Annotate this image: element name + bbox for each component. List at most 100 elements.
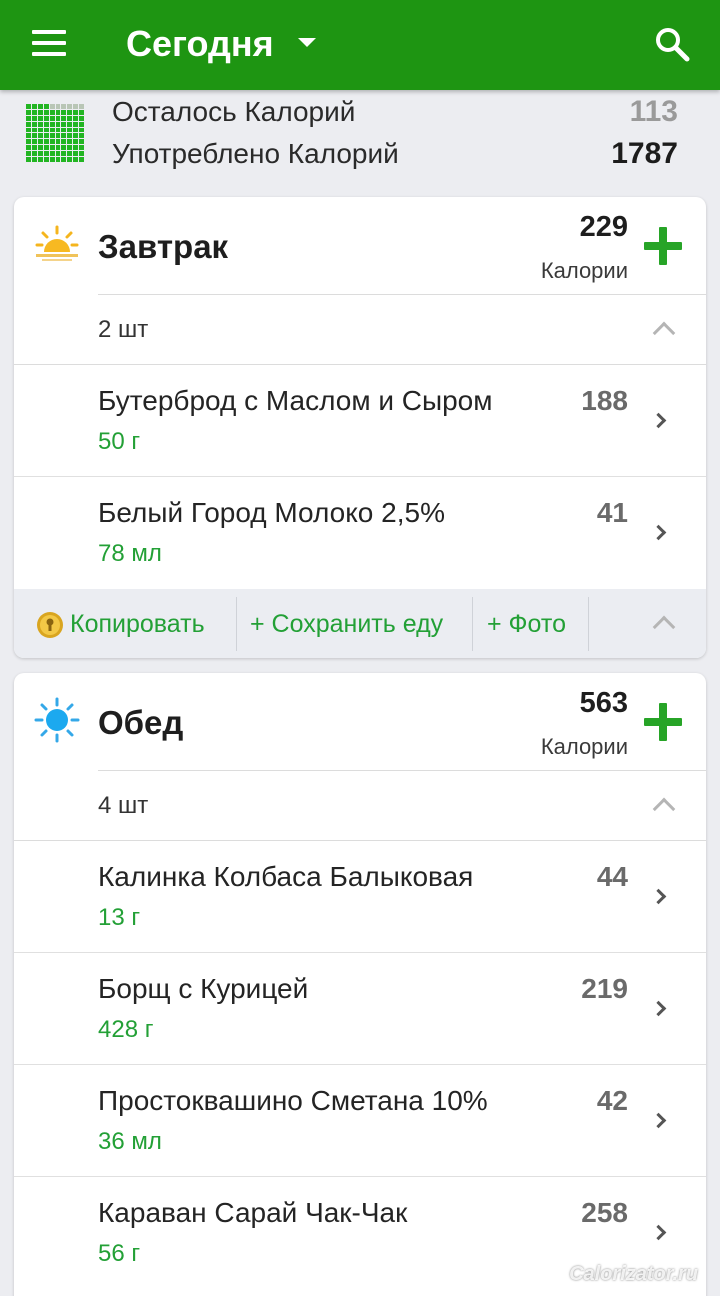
progress-cell [67,127,73,133]
meal-actions-bar: Копировать + Сохранить еду + Фото [14,589,706,658]
chevron-right-icon [650,888,667,905]
progress-cell [43,127,49,133]
food-calories: 41 [596,497,628,528]
progress-cell [37,127,43,133]
progress-cell [55,109,61,115]
food-item[interactable]: Борщ с Курицей 428 г 219 [14,953,706,1065]
food-calories: 258 [581,1197,628,1228]
date-selector-title[interactable]: Сегодня [126,20,274,68]
progress-cell [26,121,31,127]
progress-cell [79,127,84,133]
progress-cell [73,151,79,157]
progress-cell [43,121,49,127]
items-count: 2 шт [98,316,149,343]
progress-cell [43,104,49,109]
progress-cell [79,157,84,162]
food-item[interactable]: Бутерброд с Маслом и Сыром 50 г 188 [14,365,706,477]
progress-cell [43,115,49,121]
progress-cell [43,145,49,151]
food-calories: 44 [596,861,628,892]
progress-cell [73,133,79,139]
add-photo-button[interactable]: + Фото [487,589,566,658]
items-count-toggle[interactable]: 4 шт [14,771,706,841]
progress-cell [26,109,31,115]
progress-cell [73,115,79,121]
add-food-button[interactable] [644,703,682,741]
progress-cell [61,139,67,145]
progress-cell [31,109,37,115]
progress-cell [31,145,37,151]
progress-cell [67,145,73,151]
progress-cell [79,109,84,115]
progress-cell [55,157,61,162]
food-item[interactable]: Белый Город Молоко 2,5% 78 мл 41 [14,477,706,589]
search-icon[interactable] [654,26,690,62]
progress-cell [79,115,84,121]
progress-cell [79,104,84,109]
meal-calories-label: Калории [540,258,628,283]
progress-cell [37,145,43,151]
sunrise-icon [35,225,79,261]
collapse-actions-chevron-icon[interactable] [652,615,676,639]
progress-cell [43,139,49,145]
food-item[interactable]: Калинка Колбаса Балыковая 13 г 44 [14,841,706,953]
progress-cell [49,151,55,157]
remaining-calories-label: Осталось Калорий [112,96,356,127]
meal-title: Завтрак [98,228,229,265]
progress-cell [61,104,67,109]
menu-icon[interactable] [32,30,66,56]
progress-cell [61,133,67,139]
progress-cell [67,157,73,162]
meal-header: Завтрак 229 Калории [14,197,706,295]
calorie-summary: Осталось Калорий 113 Употреблено Калорий… [0,90,720,192]
food-name: Бутерброд с Маслом и Сыром [98,385,493,416]
separator [472,597,473,651]
progress-cell [73,109,79,115]
food-item[interactable]: Простоквашино Сметана 10% 36 мл 42 [14,1065,706,1177]
progress-cell [37,133,43,139]
keyhole-coin-icon[interactable] [36,611,64,639]
consumed-calories-value: 1787 [611,137,678,170]
dropdown-arrow-icon[interactable] [298,38,316,47]
progress-cell [26,145,31,151]
progress-cell [37,139,43,145]
progress-cell [55,121,61,127]
progress-cell [37,151,43,157]
food-name: Белый Город Молоко 2,5% [98,497,445,528]
progress-cell [73,121,79,127]
meal-card-lunch: Обед 563 Калории 4 шт Калинка Колбаса Ба… [14,673,706,1296]
add-food-button[interactable] [644,227,682,265]
progress-cell [55,115,61,121]
meal-title: Обед [98,704,184,741]
remaining-calories-value: 113 [629,95,678,128]
copy-meal-button[interactable]: Копировать [70,589,205,658]
progress-cell [73,139,79,145]
progress-cell [61,157,67,162]
progress-cell [26,127,31,133]
progress-cell [61,121,67,127]
progress-cell [37,109,43,115]
progress-cell [49,157,55,162]
progress-cell [73,127,79,133]
save-meal-button[interactable]: + Сохранить еду [250,589,443,658]
progress-cell [49,133,55,139]
progress-cell [61,109,67,115]
progress-cell [79,145,84,151]
food-name: Борщ с Курицей [98,973,309,1004]
consumed-calories-label: Употреблено Калорий [112,138,399,169]
food-quantity: 50 г [98,428,141,455]
progress-cell [61,151,67,157]
progress-cell [55,145,61,151]
food-name: Караван Сарай Чак-Чак [98,1197,408,1228]
meal-card-breakfast: Завтрак 229 Калории 2 шт Бутерброд с Мас… [14,197,706,658]
meal-calories: 229 [579,211,628,243]
items-count-toggle[interactable]: 2 шт [14,295,706,365]
chevron-up-icon [652,797,676,821]
chevron-right-icon [650,1000,667,1017]
food-name: Простоквашино Сметана 10% [98,1085,488,1116]
chevron-up-icon [652,321,676,345]
progress-cell [26,151,31,157]
progress-cell [26,157,31,162]
progress-cell [43,151,49,157]
food-name: Калинка Колбаса Балыковая [98,861,474,892]
